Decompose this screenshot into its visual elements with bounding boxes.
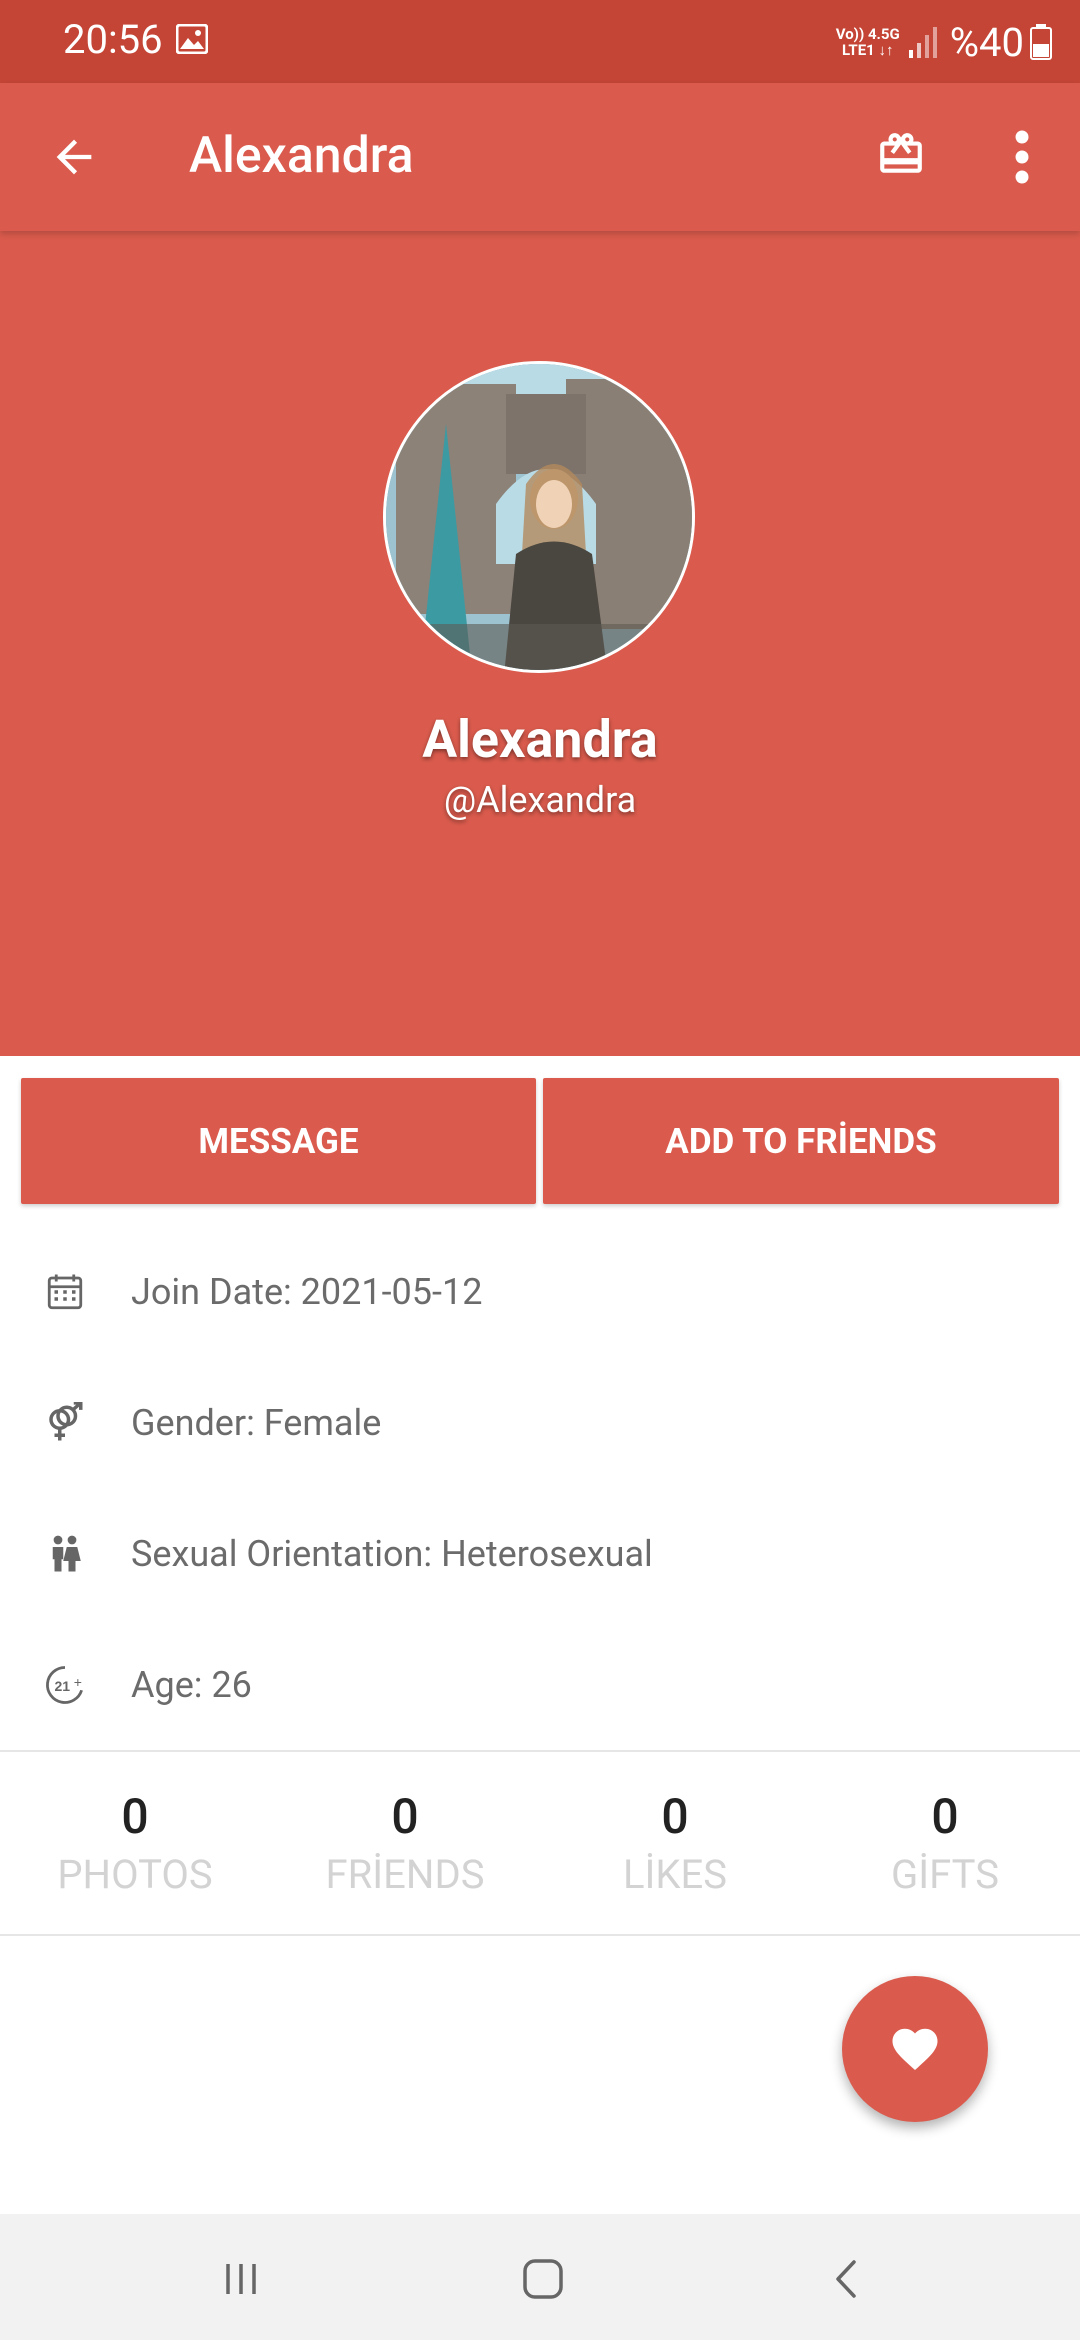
avatar[interactable] [383, 361, 695, 673]
info-row-orientation: Sexual Orientation: Heterosexual [0, 1488, 1080, 1619]
divider [0, 1934, 1080, 1936]
age-text: Age: 26 [131, 1663, 252, 1706]
arrow-back-icon[interactable] [48, 131, 100, 183]
orientation-text: Sexual Orientation: Heterosexual [131, 1532, 653, 1575]
calendar-icon [47, 1274, 83, 1309]
status-indicators: Vo)) 4.5G LTE1 ↓↑ %40 [836, 14, 1052, 70]
battery-percent: %40 [949, 18, 1024, 66]
page-title: Alexandra [189, 127, 414, 185]
more-vert-icon[interactable] [1008, 127, 1036, 187]
profile-username: @Alexandra [443, 779, 637, 821]
svg-text:21: 21 [55, 1678, 71, 1694]
join-date-text: Join Date: 2021-05-12 [131, 1270, 483, 1313]
recent-apps-icon[interactable] [216, 2254, 266, 2304]
stat-likes[interactable]: 0 LİKES [540, 1752, 810, 1898]
avatar-photo [386, 364, 692, 670]
stat-photos[interactable]: 0 PHOTOS [0, 1752, 270, 1898]
stats-bar: 0 PHOTOS 0 FRİENDS 0 LİKES 0 GİFTS [0, 1752, 1080, 1934]
add-to-friends-button[interactable]: ADD TO FRİENDS [543, 1078, 1059, 1204]
gender-text: Gender: Female [131, 1401, 382, 1444]
stat-value: 0 [661, 1788, 689, 1845]
network-line1: Vo)) 4.5G [835, 25, 900, 43]
signal-icon [908, 27, 937, 58]
app-bar: Alexandra [0, 83, 1080, 231]
svg-text:+: + [74, 1673, 82, 1689]
info-row-join-date: Join Date: 2021-05-12 [0, 1226, 1080, 1357]
battery-icon [1030, 24, 1052, 60]
stat-value: 0 [931, 1788, 959, 1845]
network-indicator: Vo)) 4.5G LTE1 ↓↑ [836, 26, 900, 58]
status-bar: 20:56 Vo)) 4.5G LTE1 ↓↑ %40 [0, 0, 1080, 83]
stat-friends[interactable]: 0 FRİENDS [270, 1752, 540, 1898]
stat-label: PHOTOS [57, 1851, 213, 1898]
gender-icon [49, 1401, 83, 1440]
age-21-plus-icon: 21 + [46, 1665, 83, 1704]
stat-label: FRİENDS [325, 1851, 485, 1898]
status-time: 20:56 [63, 16, 163, 63]
profile-name: Alexandra [422, 709, 658, 770]
info-row-gender: Gender: Female [0, 1357, 1080, 1488]
heart-icon [892, 2028, 938, 2071]
people-icon [52, 1535, 81, 1571]
network-line2: LTE1 ↓↑ [841, 41, 894, 59]
stat-label: GİFTS [891, 1851, 999, 1898]
stat-value: 0 [121, 1788, 149, 1845]
home-icon[interactable] [518, 2254, 568, 2304]
profile-header: Alexandra @Alexandra [0, 231, 1080, 1056]
info-row-age: 21 + Age: 26 [0, 1619, 1080, 1750]
stat-label: LİKES [622, 1851, 727, 1898]
stat-value: 0 [391, 1788, 419, 1845]
message-button[interactable]: MESSAGE [21, 1078, 536, 1204]
gift-icon[interactable] [876, 129, 926, 179]
back-nav-icon[interactable] [822, 2254, 872, 2304]
system-nav-bar [0, 2214, 1080, 2340]
gallery-notification-icon [176, 24, 208, 54]
like-fab-button[interactable] [842, 1976, 988, 2122]
stat-gifts[interactable]: 0 GİFTS [810, 1752, 1080, 1898]
